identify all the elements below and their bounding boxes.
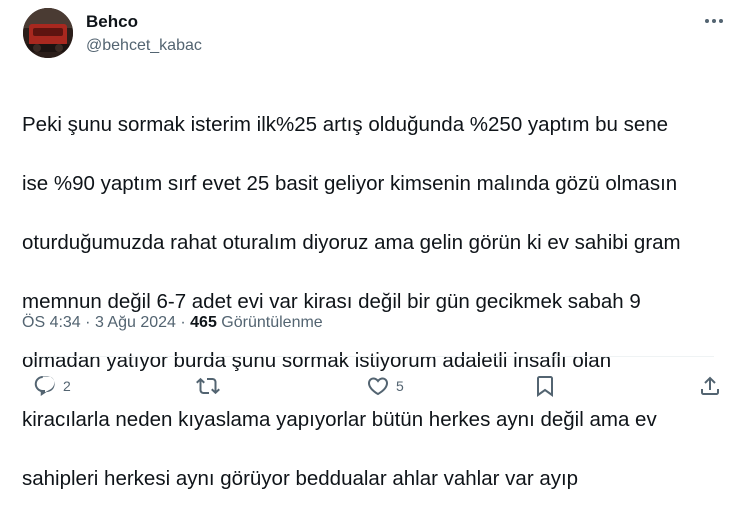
reply-count: 2	[63, 378, 71, 394]
views-count: 465	[190, 314, 217, 331]
tweet-date[interactable]: 3 Ağu 2024	[95, 314, 176, 331]
more-horizontal-icon[interactable]	[700, 10, 728, 32]
tweet-text-line: olmadan yatıyor burda şunu sormak istiyo…	[22, 348, 612, 372]
views-label: Görüntülenme	[221, 314, 323, 331]
tweet-text-line: memnun değil 6-7 adet evi var kirası değ…	[22, 289, 641, 313]
share-button[interactable]	[698, 374, 722, 398]
share-icon	[701, 376, 719, 395]
heart-icon	[367, 377, 389, 396]
retweet-icon	[196, 377, 220, 395]
meta-separator: ·	[85, 314, 91, 331]
tweet-text-line: oturduğumuzda rahat oturalım diyoruz ama…	[22, 230, 681, 254]
tweet-text-line: kiracılarla neden kıyaslama yapıyorlar b…	[22, 407, 657, 431]
reply-button[interactable]: 2	[33, 374, 71, 398]
tweet: Behco @behcet_kabac Peki şunu sormak ist…	[0, 0, 730, 490]
tweet-meta: ÖS 4:34 · 3 Ağu 2024 · 465 Görüntülenme	[22, 314, 323, 332]
tweet-time[interactable]: ÖS 4:34	[22, 314, 81, 331]
action-bar: 2 5	[0, 372, 730, 406]
tweet-text: Peki şunu sormak isterim ilk%25 artış ol…	[22, 80, 727, 523]
bookmark-icon	[537, 376, 553, 397]
like-count: 5	[396, 378, 404, 394]
display-name[interactable]: Behco	[86, 12, 138, 32]
meta-separator: ·	[180, 314, 186, 331]
divider	[22, 356, 714, 357]
retweet-button[interactable]	[196, 374, 226, 398]
bookmark-button[interactable]	[533, 374, 557, 398]
user-handle[interactable]: @behcet_kabac	[86, 37, 202, 55]
tweet-text-line: sahipleri herkesi aynı görüyor beddualar…	[22, 466, 579, 490]
tweet-text-line: Peki şunu sormak isterim ilk%25 artış ol…	[22, 112, 669, 136]
avatar[interactable]	[23, 8, 73, 58]
reply-icon	[34, 376, 55, 396]
like-button[interactable]: 5	[366, 374, 404, 398]
tweet-text-line: ise %90 yaptım sırf evet 25 basit geliyo…	[22, 171, 678, 195]
